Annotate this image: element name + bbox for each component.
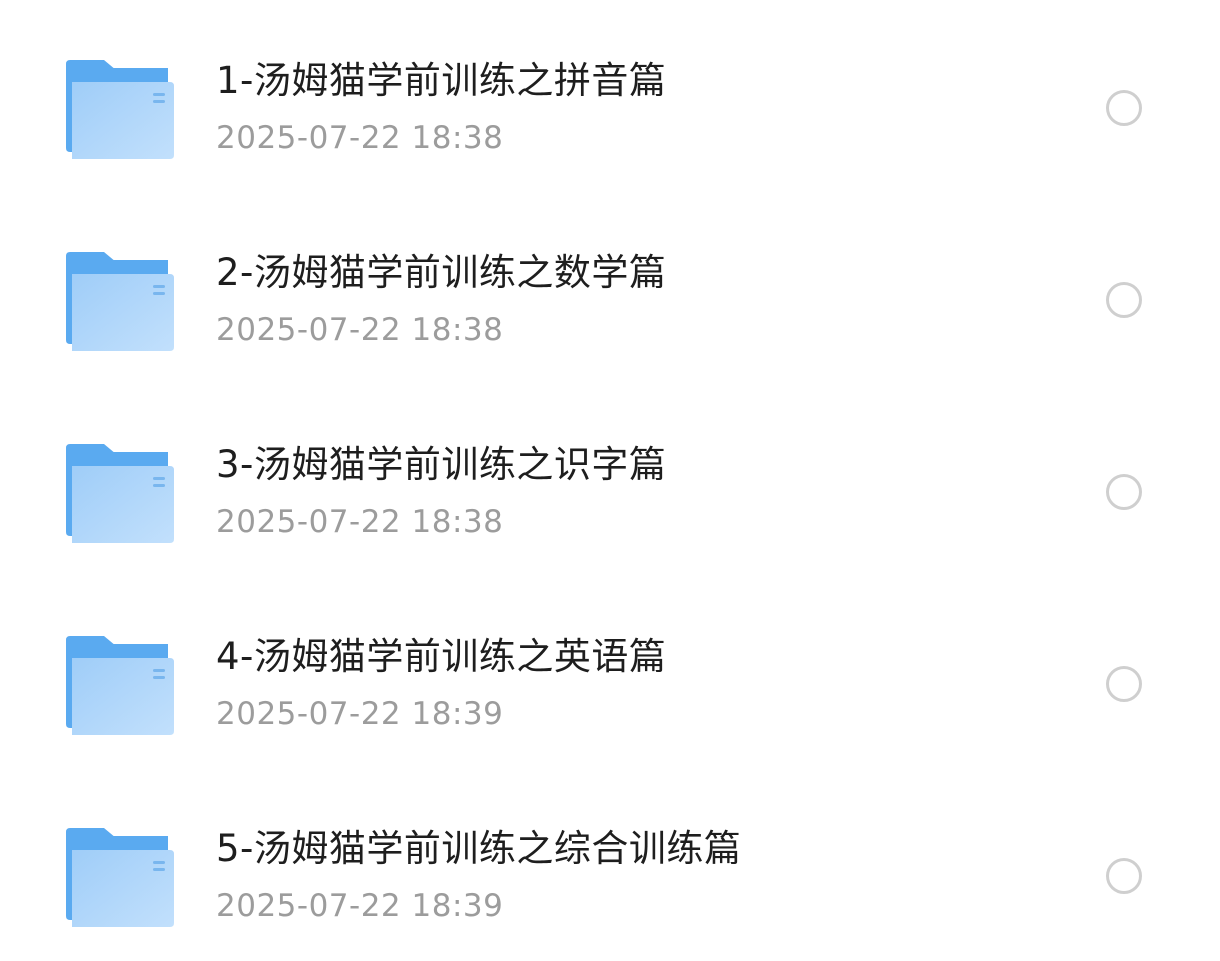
folder-icon <box>66 444 174 543</box>
list-item[interactable]: 5-汤姆猫学前训练之综合训练篇 2025-07-22 18:39 <box>0 768 1220 960</box>
select-radio[interactable] <box>1106 474 1142 510</box>
select-radio[interactable] <box>1106 282 1142 318</box>
list-item[interactable]: 4-汤姆猫学前训练之英语篇 2025-07-22 18:39 <box>0 576 1220 768</box>
list-item[interactable]: 2-汤姆猫学前训练之数学篇 2025-07-22 18:38 <box>0 192 1220 384</box>
list-item[interactable]: 3-汤姆猫学前训练之识字篇 2025-07-22 18:38 <box>0 384 1220 576</box>
file-name: 1-汤姆猫学前训练之拼音篇 <box>216 59 667 102</box>
file-name: 3-汤姆猫学前训练之识字篇 <box>216 443 667 486</box>
folder-icon <box>66 636 174 735</box>
file-date: 2025-07-22 18:39 <box>216 888 504 924</box>
list-item[interactable]: 1-汤姆猫学前训练之拼音篇 2025-07-22 18:38 <box>0 0 1220 192</box>
file-name: 4-汤姆猫学前训练之英语篇 <box>216 635 667 678</box>
folder-icon <box>66 828 174 927</box>
file-date: 2025-07-22 18:38 <box>216 120 504 156</box>
file-list: 1-汤姆猫学前训练之拼音篇 2025-07-22 18:38 2-汤姆猫学前训练… <box>0 0 1220 961</box>
folder-icon <box>66 60 174 159</box>
select-radio[interactable] <box>1106 90 1142 126</box>
file-name: 5-汤姆猫学前训练之综合训练篇 <box>216 827 742 870</box>
file-date: 2025-07-22 18:38 <box>216 504 504 540</box>
select-radio[interactable] <box>1106 666 1142 702</box>
folder-icon <box>66 252 174 351</box>
file-name: 2-汤姆猫学前训练之数学篇 <box>216 251 667 294</box>
select-radio[interactable] <box>1106 858 1142 894</box>
file-date: 2025-07-22 18:38 <box>216 312 504 348</box>
file-date: 2025-07-22 18:39 <box>216 696 504 732</box>
